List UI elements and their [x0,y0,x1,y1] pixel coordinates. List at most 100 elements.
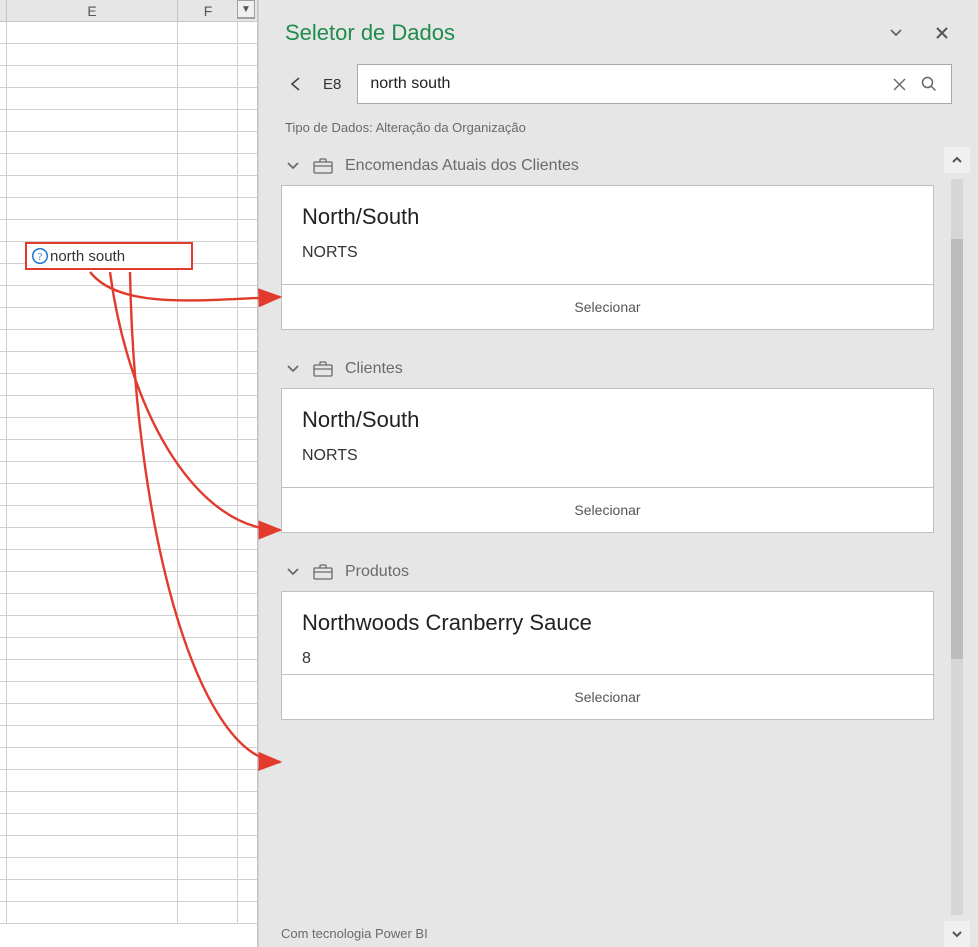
grid-cell[interactable] [178,792,238,813]
grid-row[interactable] [0,594,257,616]
grid-row[interactable] [0,484,257,506]
grid-cell[interactable] [7,132,178,153]
grid-cell[interactable] [178,286,238,307]
grid-row[interactable] [0,286,257,308]
grid-cell[interactable] [178,352,238,373]
grid-cell[interactable] [178,550,238,571]
grid-cell[interactable] [178,176,238,197]
column-header-e[interactable]: E [7,0,178,21]
grid-cell[interactable] [7,198,178,219]
grid-row[interactable] [0,418,257,440]
grid-cell[interactable] [178,22,238,43]
grid-cell[interactable] [0,528,7,549]
grid-cell[interactable] [178,220,238,241]
grid-cell[interactable] [178,880,238,901]
grid-row[interactable] [0,44,257,66]
grid-row[interactable] [0,374,257,396]
grid-row[interactable] [0,660,257,682]
grid-row[interactable] [0,880,257,902]
grid-cell[interactable] [7,506,178,527]
grid-cell[interactable] [0,352,7,373]
grid-cell[interactable] [0,440,7,461]
grid-cell[interactable] [7,836,178,857]
grid-cell[interactable] [0,374,7,395]
grid-row[interactable] [0,154,257,176]
grid-row[interactable] [0,440,257,462]
grid-cell[interactable] [178,836,238,857]
section-header-clientes[interactable]: Clientes [281,350,934,388]
grid-row[interactable] [0,88,257,110]
grid-cell[interactable] [0,88,7,109]
grid-row[interactable] [0,682,257,704]
grid-cell[interactable] [178,748,238,769]
grid-cell[interactable] [0,132,7,153]
grid-cell[interactable] [0,220,7,241]
grid-row[interactable] [0,308,257,330]
grid-cell[interactable] [178,506,238,527]
scroll-track[interactable] [951,179,963,915]
grid-row[interactable] [0,110,257,132]
grid-scroll-down-button[interactable]: ▼ [237,0,255,18]
grid-cell[interactable] [178,814,238,835]
grid-row[interactable] [0,704,257,726]
grid-row[interactable] [0,132,257,154]
clear-icon[interactable] [889,74,909,94]
grid-row[interactable] [0,22,257,44]
grid-cell[interactable] [178,902,238,923]
grid-cell[interactable] [7,66,178,87]
grid-cell[interactable] [0,286,7,307]
grid-cell[interactable] [7,814,178,835]
grid-row[interactable] [0,176,257,198]
pane-close-button[interactable] [932,23,952,43]
grid-cell[interactable] [178,154,238,175]
grid-cell[interactable] [7,880,178,901]
grid-cell[interactable] [0,506,7,527]
grid-cell[interactable] [0,308,7,329]
grid-row[interactable] [0,902,257,924]
grid-row[interactable] [0,726,257,748]
grid-cell[interactable] [178,572,238,593]
grid-cell[interactable] [7,748,178,769]
grid-cell[interactable] [0,704,7,725]
grid-cell[interactable] [0,814,7,835]
grid-row[interactable] [0,550,257,572]
grid-cell[interactable] [178,770,238,791]
grid-row[interactable] [0,352,257,374]
grid-cell[interactable] [7,682,178,703]
grid-cell[interactable] [0,264,7,285]
grid-cell[interactable] [178,616,238,637]
grid-row[interactable] [0,770,257,792]
grid-cell[interactable] [7,638,178,659]
grid-cell[interactable] [7,770,178,791]
grid-cell[interactable] [0,22,7,43]
grid-cell[interactable] [7,220,178,241]
grid-cell[interactable] [7,330,178,351]
grid-row[interactable] [0,858,257,880]
grid-row[interactable] [0,748,257,770]
grid-cell[interactable] [7,440,178,461]
select-button[interactable]: Selecionar [282,284,933,329]
grid-row[interactable] [0,198,257,220]
grid-cell[interactable] [0,616,7,637]
grid-cell[interactable] [7,44,178,65]
grid-cell[interactable] [7,374,178,395]
grid-cell[interactable] [178,418,238,439]
grid-row[interactable] [0,462,257,484]
grid-cell[interactable] [0,198,7,219]
section-header-produtos[interactable]: Produtos [281,553,934,591]
grid-cell[interactable] [0,638,7,659]
grid-row[interactable] [0,330,257,352]
grid-cell[interactable] [7,154,178,175]
grid-cell[interactable] [7,396,178,417]
grid-cell[interactable] [7,88,178,109]
grid-cell[interactable] [178,110,238,131]
pane-scrollbar[interactable] [944,147,970,947]
grid-cell[interactable] [0,44,7,65]
grid-cell[interactable] [7,660,178,681]
grid-cell[interactable] [7,528,178,549]
grid-cell[interactable] [7,308,178,329]
grid-cell[interactable] [0,858,7,879]
select-button[interactable]: Selecionar [282,674,933,719]
grid-cell[interactable] [178,88,238,109]
grid-cell[interactable] [178,396,238,417]
